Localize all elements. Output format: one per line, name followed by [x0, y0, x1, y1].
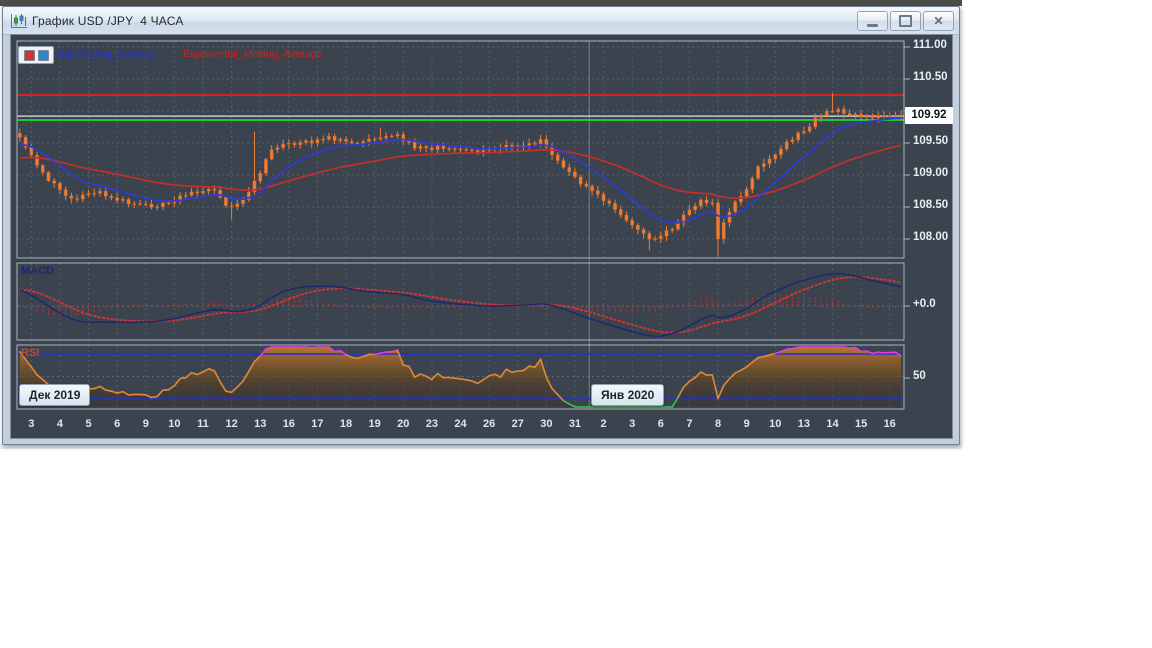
x-axis-label: 3: [28, 418, 35, 430]
x-axis-label: 13: [797, 418, 810, 430]
price-axis-label: 111.00: [913, 39, 947, 51]
maximize-button[interactable]: [890, 11, 921, 31]
blue-swatch-icon: [37, 49, 49, 61]
candlestick-chart-icon: [11, 13, 27, 28]
date-axis: 3 4 5 6 9 10 11 12 13 16 17 18 19 20 23 24 26 27 30 31 2 3 6 7 8…: [11, 416, 952, 438]
rsi-pane-label: RSI: [21, 347, 40, 359]
x-axis-label: 10: [168, 418, 181, 430]
x-axis-label: 11: [197, 418, 209, 430]
x-axis-label: 3: [629, 418, 636, 430]
macd-zero-label: +0.0: [913, 298, 936, 310]
close-icon: ✕: [933, 14, 944, 28]
price-axis-label: 110.50: [913, 71, 948, 83]
current-price-tag: 109.92: [905, 107, 953, 124]
x-axis-label: 16: [282, 418, 295, 430]
chart-client-area: Exponential_Moving_Average Exponential_M…: [10, 34, 953, 439]
macd-pane-label: MACD: [21, 265, 54, 277]
x-axis-label: 18: [339, 418, 353, 430]
price-axis-label: 108.50: [913, 199, 949, 211]
x-axis-label: 15: [854, 418, 868, 430]
x-axis-label: 4: [56, 418, 63, 430]
window-titlebar[interactable]: График USD /JPY 4 ЧАСА ✕: [3, 7, 959, 35]
x-axis-label: 2: [600, 418, 607, 430]
x-axis-label: 7: [686, 418, 693, 430]
minimize-icon: [867, 23, 878, 27]
price-axis-label: 109.50: [913, 135, 949, 147]
x-axis-label: 10: [769, 418, 782, 430]
x-axis-label: 31: [568, 418, 582, 430]
red-swatch-icon: [23, 49, 35, 61]
x-axis-label: 19: [368, 418, 381, 430]
window-title: График USD /JPY 4 ЧАСА: [32, 13, 184, 28]
x-axis-label: 13: [254, 418, 267, 430]
minimize-button[interactable]: [857, 11, 888, 31]
x-axis-label: 6: [114, 418, 121, 430]
x-axis-label: 14: [826, 418, 839, 430]
x-axis-label: 23: [425, 418, 438, 430]
x-axis-label: 9: [142, 418, 149, 430]
x-axis-label: 5: [85, 418, 92, 430]
price-axis-label: 109.00: [913, 167, 949, 179]
x-axis-label: 16: [883, 418, 896, 430]
x-axis-label: 17: [311, 418, 324, 430]
x-axis-label: 12: [225, 418, 238, 430]
x-axis-label: 26: [482, 418, 496, 430]
close-button[interactable]: ✕: [923, 11, 954, 31]
x-axis-label: 9: [743, 418, 750, 430]
month-label-january: Янв 2020: [591, 384, 665, 406]
x-axis-label: 30: [540, 418, 553, 430]
x-axis-label: 27: [511, 418, 524, 430]
maximize-icon: [899, 15, 912, 27]
rsi-mid-label: 50: [913, 370, 926, 382]
price-axis-label: 108.00: [913, 231, 949, 243]
x-axis-label: 6: [657, 418, 664, 430]
chart-canvas[interactable]: [11, 35, 952, 438]
month-label-december: Дек 2019: [19, 384, 91, 406]
x-axis-label: 20: [397, 418, 410, 430]
chart-window: График USD /JPY 4 ЧАСА ✕ Exponential_Mov…: [2, 6, 960, 445]
legend-ema-red-label: Exponential_Moving_Average: [183, 48, 323, 60]
x-axis-label: 24: [454, 418, 467, 430]
x-axis-label: 8: [714, 418, 722, 430]
indicator-legend-swatches: [18, 46, 54, 64]
